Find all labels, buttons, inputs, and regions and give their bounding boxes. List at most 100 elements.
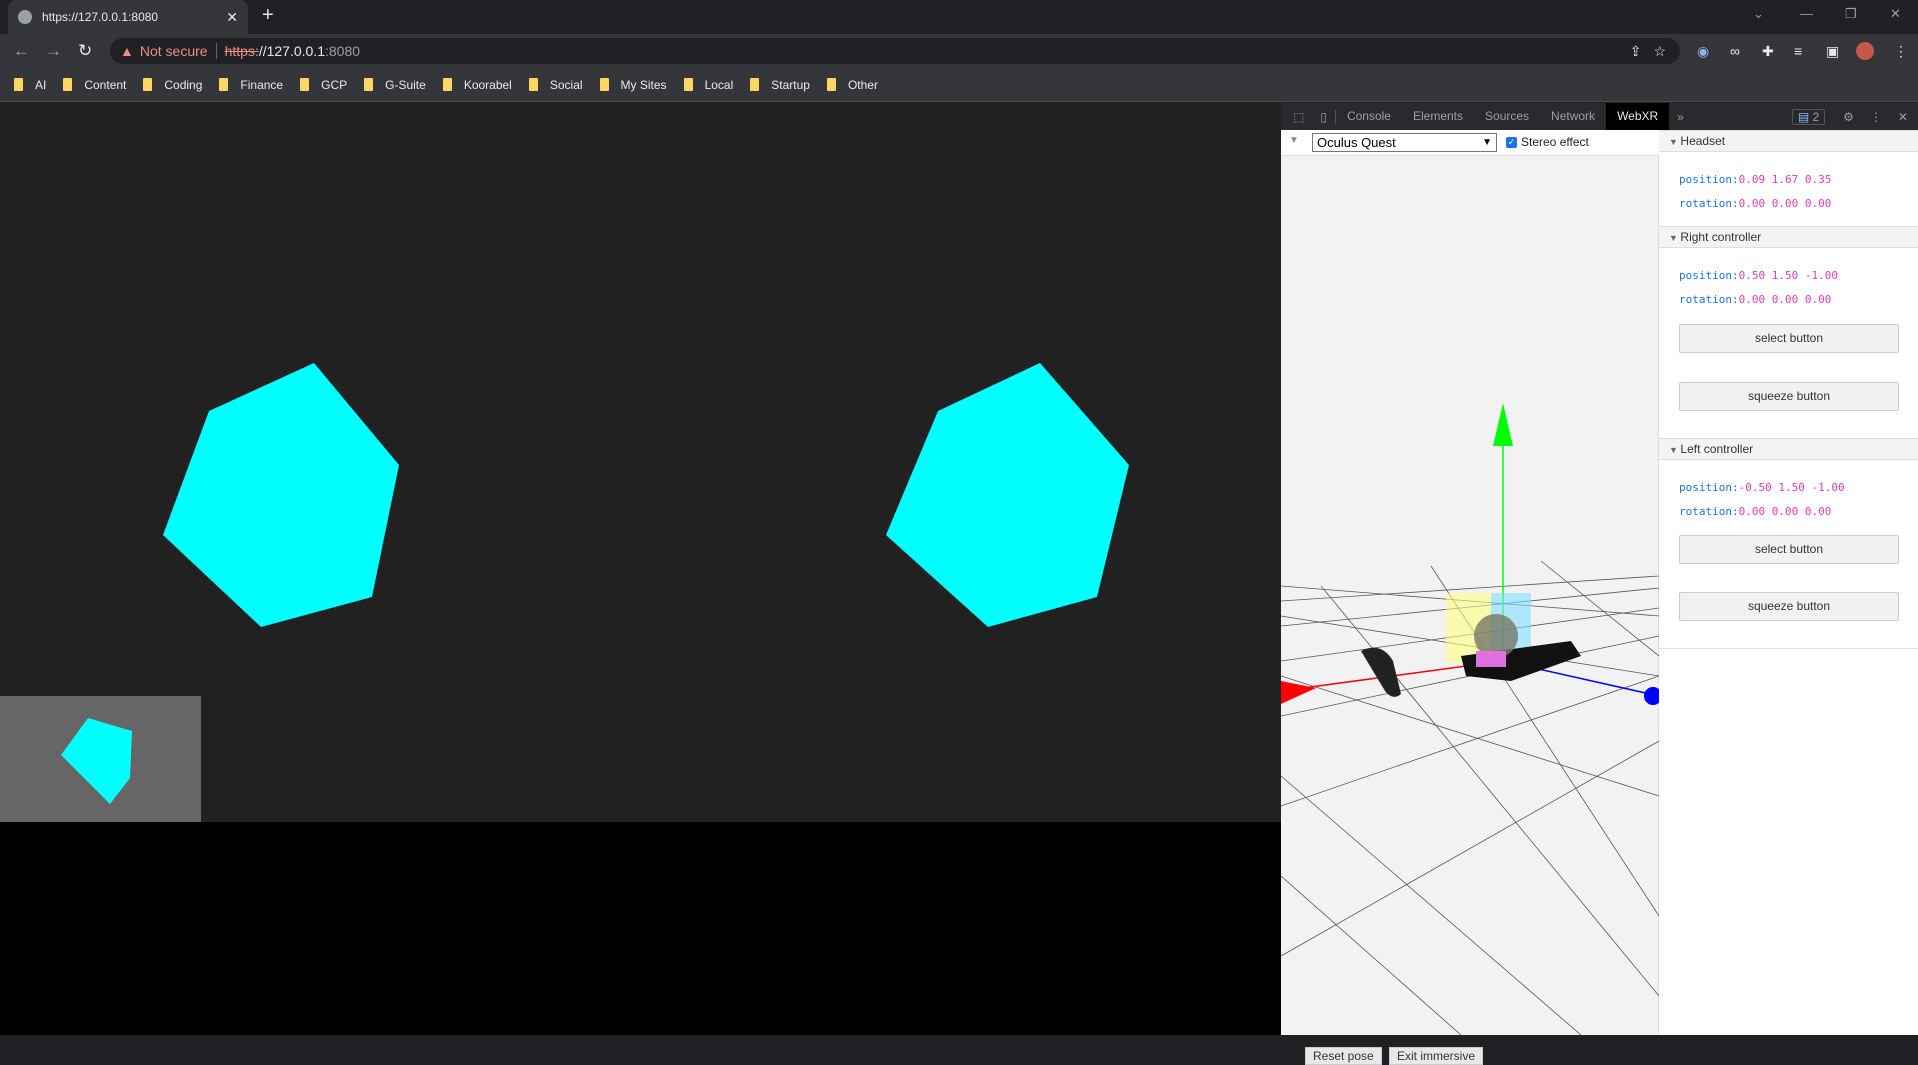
forward-icon[interactable]: → xyxy=(45,41,62,61)
close-tab-icon[interactable]: ✕ xyxy=(226,9,238,26)
label: position: xyxy=(1679,481,1739,494)
checkbox-icon[interactable]: ✓ xyxy=(1506,136,1517,148)
exit-immersive-button[interactable]: Exit immersive xyxy=(1389,1047,1484,1065)
tab-search-icon[interactable]: ⌄ xyxy=(1753,6,1764,22)
reload-icon[interactable]: ↻ xyxy=(78,41,92,61)
left-squeeze-button[interactable]: squeeze button xyxy=(1679,592,1899,621)
value[interactable]: -0.50 1.50 -1.00 xyxy=(1739,481,1845,494)
folder-icon xyxy=(599,78,609,91)
bookmark-folder[interactable]: Finance xyxy=(219,78,283,92)
tab-sources[interactable]: Sources xyxy=(1474,103,1540,130)
restore-button[interactable]: ❐ xyxy=(1845,6,1857,22)
collapse-icon: ▼ xyxy=(1669,137,1681,147)
headset-marker xyxy=(1476,651,1506,667)
value[interactable]: 0.09 1.67 0.35 xyxy=(1739,173,1832,186)
value[interactable]: 0.50 1.50 -1.00 xyxy=(1739,269,1838,282)
x-axis-arrow xyxy=(1281,681,1316,704)
toolbar: ← → ↻ ▲ Not secure https://127.0.0.1:808… xyxy=(0,34,1918,68)
tab-console[interactable]: Console xyxy=(1336,103,1402,130)
new-tab-button[interactable]: + xyxy=(262,4,274,27)
right-squeeze-button[interactable]: squeeze button xyxy=(1679,382,1899,411)
webxr-extension-icon[interactable]: ◉ xyxy=(1697,43,1709,60)
preview-cube xyxy=(61,718,132,804)
minimize-button[interactable]: — xyxy=(1800,6,1813,21)
bookmarks-bar: AI Content Coding Finance GCP G-Suite Ko… xyxy=(0,68,1918,102)
bookmark-folder[interactable]: G-Suite xyxy=(364,78,426,92)
side-panel-icon[interactable]: ▣ xyxy=(1826,43,1839,60)
stereo-label: Stereo effect xyxy=(1521,135,1589,149)
menu-icon[interactable]: ⋮ xyxy=(1894,43,1908,60)
devtools-panel: ⬚ ▯ Console Elements Sources Network Web… xyxy=(1281,103,1918,1065)
folder-icon xyxy=(364,78,374,91)
controller-model xyxy=(1361,647,1401,697)
tab-elements[interactable]: Elements xyxy=(1402,103,1474,130)
headset-position: position:0.09 1.67 0.35 xyxy=(1679,173,1831,186)
browser-tab[interactable]: https://127.0.0.1:8080 ✕ xyxy=(8,0,248,34)
avatar[interactable] xyxy=(1856,42,1874,60)
value[interactable]: 0.00 0.00 0.00 xyxy=(1739,505,1832,518)
folder-icon xyxy=(750,78,760,91)
folder-icon xyxy=(219,78,229,91)
bookmark-folder[interactable]: Content xyxy=(63,78,126,92)
bookmark-folder[interactable]: Koorabel xyxy=(442,77,512,92)
globe-icon xyxy=(18,10,32,24)
right-controller-section-header[interactable]: ▼ Right controller xyxy=(1659,226,1918,248)
left-controller-section-header[interactable]: ▼ Left controller xyxy=(1659,438,1918,460)
device-controls-panel: ▼ Headset position:0.09 1.67 0.35 rotati… xyxy=(1659,130,1918,1035)
divider xyxy=(1659,648,1918,649)
inspect-icon[interactable]: ⬚ xyxy=(1285,110,1312,124)
bookmark-folder[interactable]: GCP xyxy=(300,78,347,92)
settings-icon[interactable]: ⚙ xyxy=(1833,110,1864,124)
bookmark-folder[interactable]: Social xyxy=(528,78,583,92)
bookmark-folder[interactable]: AI xyxy=(14,78,46,92)
close-window-button[interactable]: ✕ xyxy=(1890,6,1901,22)
puzzle-icon[interactable]: ✚ xyxy=(1762,43,1774,60)
warning-icon: ▲ xyxy=(120,43,134,59)
bookmark-folder[interactable]: Other xyxy=(826,78,878,92)
bookmark-label: Koorabel xyxy=(463,77,512,92)
right-rotation: rotation:0.00 0.00 0.00 xyxy=(1679,293,1831,306)
reset-pose-button[interactable]: Reset pose xyxy=(1305,1047,1382,1065)
close-devtools-icon[interactable]: ✕ xyxy=(1888,110,1918,124)
bookmark-folder[interactable]: Local xyxy=(683,78,733,92)
bookmark-folder[interactable]: Startup xyxy=(750,78,810,92)
xr-toolbar: ▼ Oculus Quest ▼ ✓ Stereo effect xyxy=(1281,130,1659,156)
media-icon[interactable]: ≡ xyxy=(1794,43,1802,59)
chevron-down-icon: ▼ xyxy=(1482,137,1492,148)
left-select-button[interactable]: select button xyxy=(1679,535,1899,564)
label: rotation: xyxy=(1679,293,1739,306)
more-options-icon[interactable]: ⋮ xyxy=(1864,110,1888,124)
collapse-icon[interactable]: ▼ xyxy=(1289,135,1299,146)
bookmark-folder[interactable]: Coding xyxy=(143,78,202,92)
tab-network[interactable]: Network xyxy=(1540,103,1606,130)
url-port: :8080 xyxy=(324,43,361,59)
share-icon[interactable]: ⇪ xyxy=(1630,43,1642,60)
extension-icon[interactable]: ∞ xyxy=(1730,43,1740,59)
star-icon[interactable]: ☆ xyxy=(1653,43,1666,60)
xr-3d-view[interactable] xyxy=(1281,156,1659,1035)
issues-badge[interactable]: ▤ 2 xyxy=(1791,108,1826,125)
tab-title: https://127.0.0.1:8080 xyxy=(42,10,159,24)
right-select-button[interactable]: select button xyxy=(1679,324,1899,353)
stereo-effect-checkbox[interactable]: ✓ Stereo effect xyxy=(1506,135,1589,149)
more-tabs-icon[interactable]: » xyxy=(1669,110,1692,124)
back-icon[interactable]: ← xyxy=(13,41,30,61)
tab-webxr[interactable]: WebXR xyxy=(1606,103,1670,130)
device-select[interactable]: Oculus Quest ▼ xyxy=(1312,133,1497,152)
bookmark-label: GCP xyxy=(321,77,348,92)
address-bar[interactable]: ▲ Not secure https://127.0.0.1:8080 ⇪ ☆ xyxy=(110,38,1680,64)
value[interactable]: 0.00 0.00 0.00 xyxy=(1739,293,1832,306)
headset-section-header[interactable]: ▼ Headset xyxy=(1659,130,1918,152)
bookmark-folder[interactable]: My Sites xyxy=(599,78,667,92)
device-select-value: Oculus Quest xyxy=(1317,135,1396,150)
device-toolbar-icon[interactable]: ▯ xyxy=(1312,109,1336,124)
bookmark-label: G-Suite xyxy=(385,77,426,92)
section-title: Headset xyxy=(1680,134,1726,148)
folder-icon xyxy=(826,78,836,91)
section-title: Right controller xyxy=(1680,230,1762,244)
folder-icon xyxy=(528,78,538,91)
value[interactable]: 0.00 0.00 0.00 xyxy=(1739,197,1832,210)
not-secure-label[interactable]: Not secure xyxy=(140,43,208,59)
url-host: //127.0.0.1 xyxy=(258,43,325,59)
bookmark-label: AI xyxy=(35,77,47,92)
